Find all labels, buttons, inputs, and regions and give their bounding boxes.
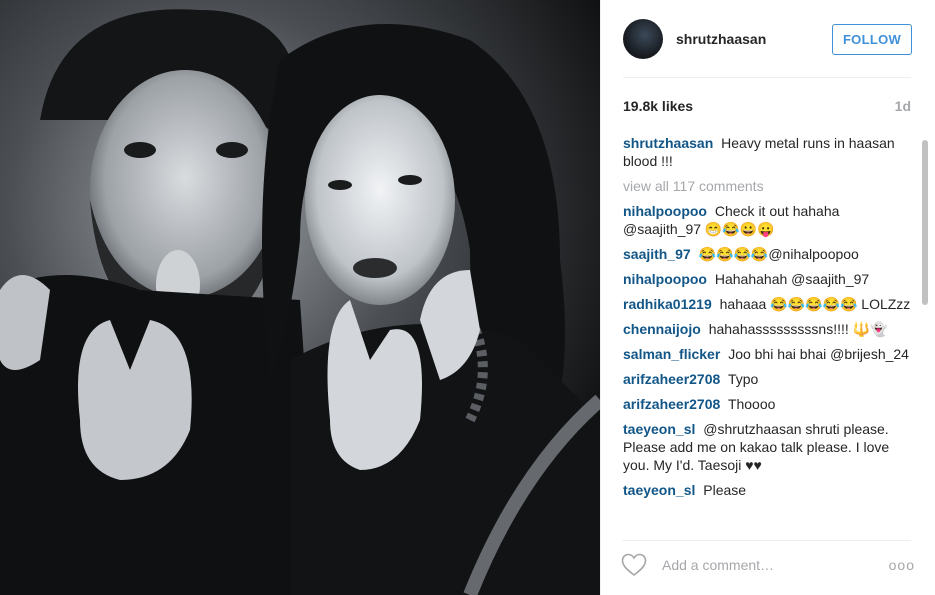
comment-item: arifzaheer2708 Typo	[623, 370, 915, 388]
likes-count[interactable]: 19.8k likes	[623, 98, 693, 114]
comment-text: hahaaa 😂😂😂😂😂 LOLZzz	[719, 296, 911, 312]
comment-text: hahahasssssssssns!!!! 🔱👻	[708, 321, 888, 337]
more-options-icon[interactable]: ooo	[889, 557, 915, 573]
header-divider	[623, 77, 911, 78]
comment-username[interactable]: taeyeon_sl	[623, 482, 695, 498]
add-comment-input[interactable]	[662, 557, 889, 573]
footer-divider	[622, 540, 911, 541]
comment-text: Hahahahah @saajith_97	[714, 271, 870, 287]
comment-username[interactable]: radhika01219	[623, 296, 712, 312]
comment-text: Please	[703, 482, 747, 498]
comment-username[interactable]: nihalpoopoo	[623, 271, 707, 287]
comment-username[interactable]: chennaijojo	[623, 321, 701, 337]
comment-text: Typo	[727, 371, 759, 387]
comment-item: nihalpoopoo Hahahahah @saajith_97	[623, 270, 915, 288]
comment-item: salman_flicker Joo bhi hai bhai @brijesh…	[623, 345, 915, 363]
comment-text: Thoooo	[727, 396, 776, 412]
comment-item: arifzaheer2708 Thoooo	[623, 395, 915, 413]
avatar[interactable]	[623, 19, 663, 59]
post-time[interactable]: 1d	[895, 98, 911, 114]
photo-illustration	[0, 0, 600, 595]
comments-list: shrutzhaasan Heavy metal runs in haasan …	[623, 134, 915, 532]
comment-username[interactable]: arifzaheer2708	[623, 396, 720, 412]
comment-item: chennaijojo hahahasssssssssns!!!! 🔱👻	[623, 320, 915, 338]
caption: shrutzhaasan Heavy metal runs in haasan …	[623, 134, 915, 170]
comment-username[interactable]: arifzaheer2708	[623, 371, 720, 387]
comment-username[interactable]: nihalpoopoo	[623, 203, 707, 219]
comment-item: radhika01219 hahaaa 😂😂😂😂😂 LOLZzz	[623, 295, 915, 313]
comment-item: taeyeon_sl Please	[623, 481, 915, 499]
comment-username[interactable]: salman_flicker	[623, 346, 720, 362]
comment-username[interactable]: taeyeon_sl	[623, 421, 695, 437]
view-all-comments-link[interactable]: view all 117 comments	[623, 177, 915, 195]
post-panel: shrutzhaasan FOLLOW 19.8k likes 1d shrut…	[600, 0, 935, 595]
comment-text: 😂😂😂😂@nihalpoopoo	[698, 246, 859, 262]
comment-item: nihalpoopoo Check it out hahaha @saajith…	[623, 202, 915, 238]
comment-item: saajith_97 😂😂😂😂@nihalpoopoo	[623, 245, 915, 263]
comment-item: taeyeon_sl @shrutzhaasan shruti please. …	[623, 420, 915, 474]
post-footer: ooo	[620, 548, 915, 582]
heart-icon[interactable]	[620, 551, 648, 579]
header-username[interactable]: shrutzhaasan	[676, 31, 832, 47]
follow-button[interactable]: FOLLOW	[832, 23, 912, 55]
scrollbar-thumb[interactable]	[922, 140, 928, 305]
comment-username[interactable]: saajith_97	[623, 246, 691, 262]
post-header: shrutzhaasan FOLLOW	[601, 0, 935, 78]
comment-text: Joo bhi hai bhai @brijesh_24	[728, 346, 909, 362]
caption-username[interactable]: shrutzhaasan	[623, 135, 713, 151]
comments-scrollbar[interactable]	[920, 138, 928, 528]
likes-row: 19.8k likes 1d	[623, 96, 911, 116]
post-photo[interactable]	[0, 0, 600, 595]
